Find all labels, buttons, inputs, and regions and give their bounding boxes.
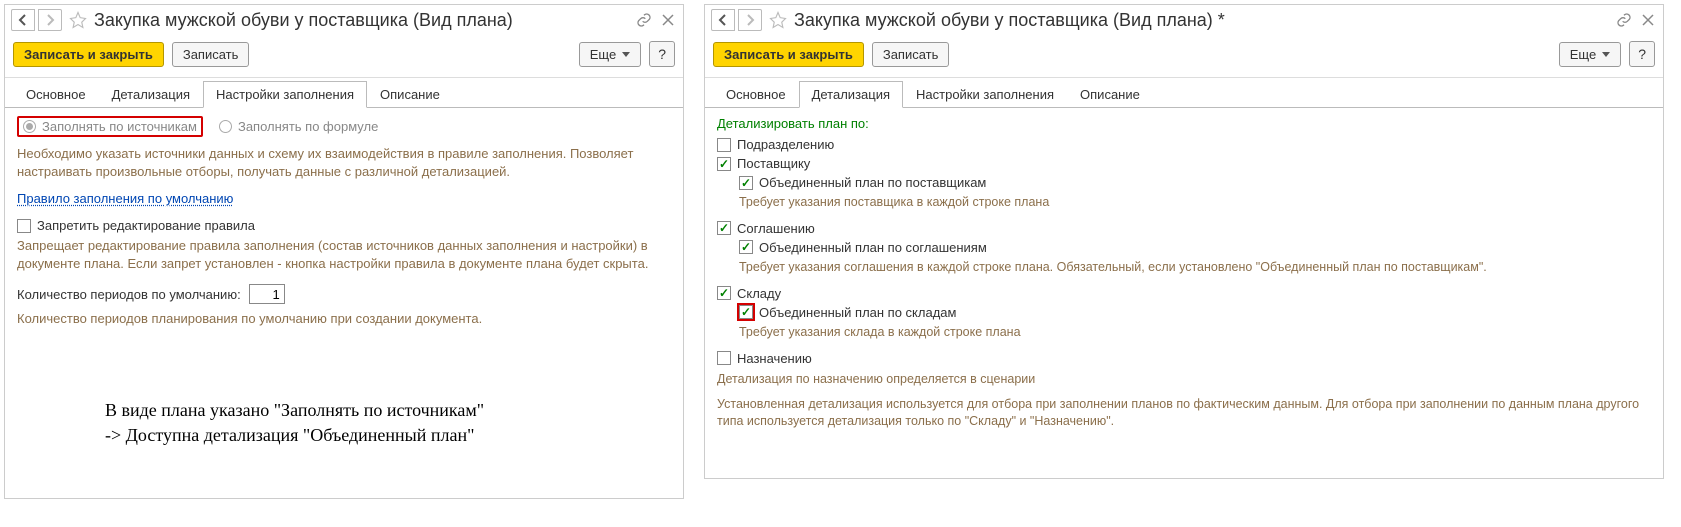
periods-input[interactable] bbox=[249, 284, 285, 304]
save-close-button[interactable]: Записать и закрыть bbox=[713, 42, 864, 67]
checkbox-label: Подразделению bbox=[737, 137, 834, 152]
radio-fill-by-formula[interactable]: Заполнять по формуле bbox=[219, 119, 378, 134]
radio-label: Заполнять по источникам bbox=[42, 119, 197, 134]
toolbar: Записать и закрыть Записать Еще ? bbox=[5, 37, 683, 78]
checkbox-agreement[interactable] bbox=[717, 221, 731, 235]
tab-fill-settings[interactable]: Настройки заполнения bbox=[903, 81, 1067, 108]
nav-forward-button[interactable] bbox=[738, 9, 762, 31]
toolbar: Записать и закрыть Записать Еще ? bbox=[705, 37, 1663, 78]
link-icon[interactable] bbox=[635, 11, 653, 29]
help-button[interactable]: ? bbox=[1629, 41, 1655, 67]
radio-description: Необходимо указать источники данных и сх… bbox=[17, 145, 671, 181]
footer-description: Установленная детализация используется д… bbox=[717, 396, 1651, 431]
checkbox-combined-warehouses[interactable] bbox=[739, 305, 753, 319]
checkbox-supplier[interactable] bbox=[717, 157, 731, 171]
save-button[interactable]: Записать bbox=[172, 42, 250, 67]
checkbox-label: Объединенный план по поставщикам bbox=[759, 175, 986, 190]
help-button[interactable]: ? bbox=[649, 41, 675, 67]
nav-forward-button[interactable] bbox=[38, 9, 62, 31]
titlebar: Закупка мужской обуви у поставщика (Вид … bbox=[5, 5, 683, 37]
tab-fill-settings[interactable]: Настройки заполнения bbox=[203, 81, 367, 108]
checkbox-label: Соглашению bbox=[737, 221, 815, 236]
annotation-text: В виде плана указано "Заполнять по источ… bbox=[105, 398, 484, 448]
tabs: Основное Детализация Настройки заполнени… bbox=[705, 80, 1663, 108]
tab-main[interactable]: Основное bbox=[713, 81, 799, 108]
tab-description[interactable]: Описание bbox=[1067, 81, 1153, 108]
radio-icon bbox=[219, 120, 232, 133]
purpose-hint: Детализация по назначению определяется в… bbox=[717, 372, 1651, 386]
window-title: Закупка мужской обуви у поставщика (Вид … bbox=[94, 10, 631, 31]
checkbox-label: Запретить редактирование правила bbox=[37, 218, 255, 233]
close-icon[interactable] bbox=[1639, 11, 1657, 29]
checkbox-label: Назначению bbox=[737, 351, 812, 366]
checkbox-forbid-edit[interactable] bbox=[17, 219, 31, 233]
section-title: Детализировать план по: bbox=[717, 116, 1651, 131]
checkbox-label: Складу bbox=[737, 286, 781, 301]
radio-label: Заполнять по формуле bbox=[238, 119, 378, 134]
periods-description: Количество периодов планирования по умол… bbox=[17, 310, 671, 328]
tab-description[interactable]: Описание bbox=[367, 81, 453, 108]
nav-back-button[interactable] bbox=[11, 9, 35, 31]
window-title: Закупка мужской обуви у поставщика (Вид … bbox=[794, 10, 1611, 31]
save-close-button[interactable]: Записать и закрыть bbox=[13, 42, 164, 67]
save-button[interactable]: Записать bbox=[872, 42, 950, 67]
tab-detail[interactable]: Детализация bbox=[799, 81, 903, 108]
supplier-hint: Требует указания поставщика в каждой стр… bbox=[739, 194, 1651, 211]
close-icon[interactable] bbox=[659, 11, 677, 29]
checkbox-warehouse[interactable] bbox=[717, 286, 731, 300]
radio-fill-by-sources[interactable]: Заполнять по источникам bbox=[17, 116, 203, 137]
checkbox-purpose[interactable] bbox=[717, 351, 731, 365]
more-button[interactable]: Еще bbox=[1559, 42, 1621, 67]
checkbox-combined-suppliers[interactable] bbox=[739, 176, 753, 190]
forbid-edit-description: Запрещает редактирование правила заполне… bbox=[17, 237, 671, 272]
content-area: Заполнять по источникам Заполнять по фор… bbox=[5, 108, 683, 498]
favorite-star-icon[interactable] bbox=[768, 10, 788, 30]
annotation-line-1: В виде плана указано "Заполнять по источ… bbox=[105, 398, 484, 423]
default-rule-link[interactable]: Правило заполнения по умолчанию bbox=[17, 191, 233, 206]
checkbox-department[interactable] bbox=[717, 138, 731, 152]
window-right: Закупка мужской обуви у поставщика (Вид … bbox=[704, 4, 1664, 479]
link-icon[interactable] bbox=[1615, 11, 1633, 29]
window-left: Закупка мужской обуви у поставщика (Вид … bbox=[4, 4, 684, 499]
periods-label: Количество периодов по умолчанию: bbox=[17, 287, 241, 302]
favorite-star-icon[interactable] bbox=[68, 10, 88, 30]
titlebar: Закупка мужской обуви у поставщика (Вид … bbox=[705, 5, 1663, 37]
warehouse-hint: Требует указания склада в каждой строке … bbox=[739, 324, 1651, 341]
radio-icon bbox=[23, 120, 36, 133]
checkbox-label: Объединенный план по соглашениям bbox=[759, 240, 987, 255]
more-button[interactable]: Еще bbox=[579, 42, 641, 67]
tab-detail[interactable]: Детализация bbox=[99, 81, 203, 108]
agreement-hint: Требует указания соглашения в каждой стр… bbox=[739, 259, 1651, 276]
checkbox-label: Объединенный план по складам bbox=[759, 305, 956, 320]
tab-main[interactable]: Основное bbox=[13, 81, 99, 108]
nav-back-button[interactable] bbox=[711, 9, 735, 31]
checkbox-label: Поставщику bbox=[737, 156, 810, 171]
checkbox-combined-agreements[interactable] bbox=[739, 240, 753, 254]
annotation-line-2: -> Доступна детализация "Объединенный пл… bbox=[105, 423, 484, 448]
tabs: Основное Детализация Настройки заполнени… bbox=[5, 80, 683, 108]
content-area: Детализировать план по: Подразделению По… bbox=[705, 108, 1663, 478]
